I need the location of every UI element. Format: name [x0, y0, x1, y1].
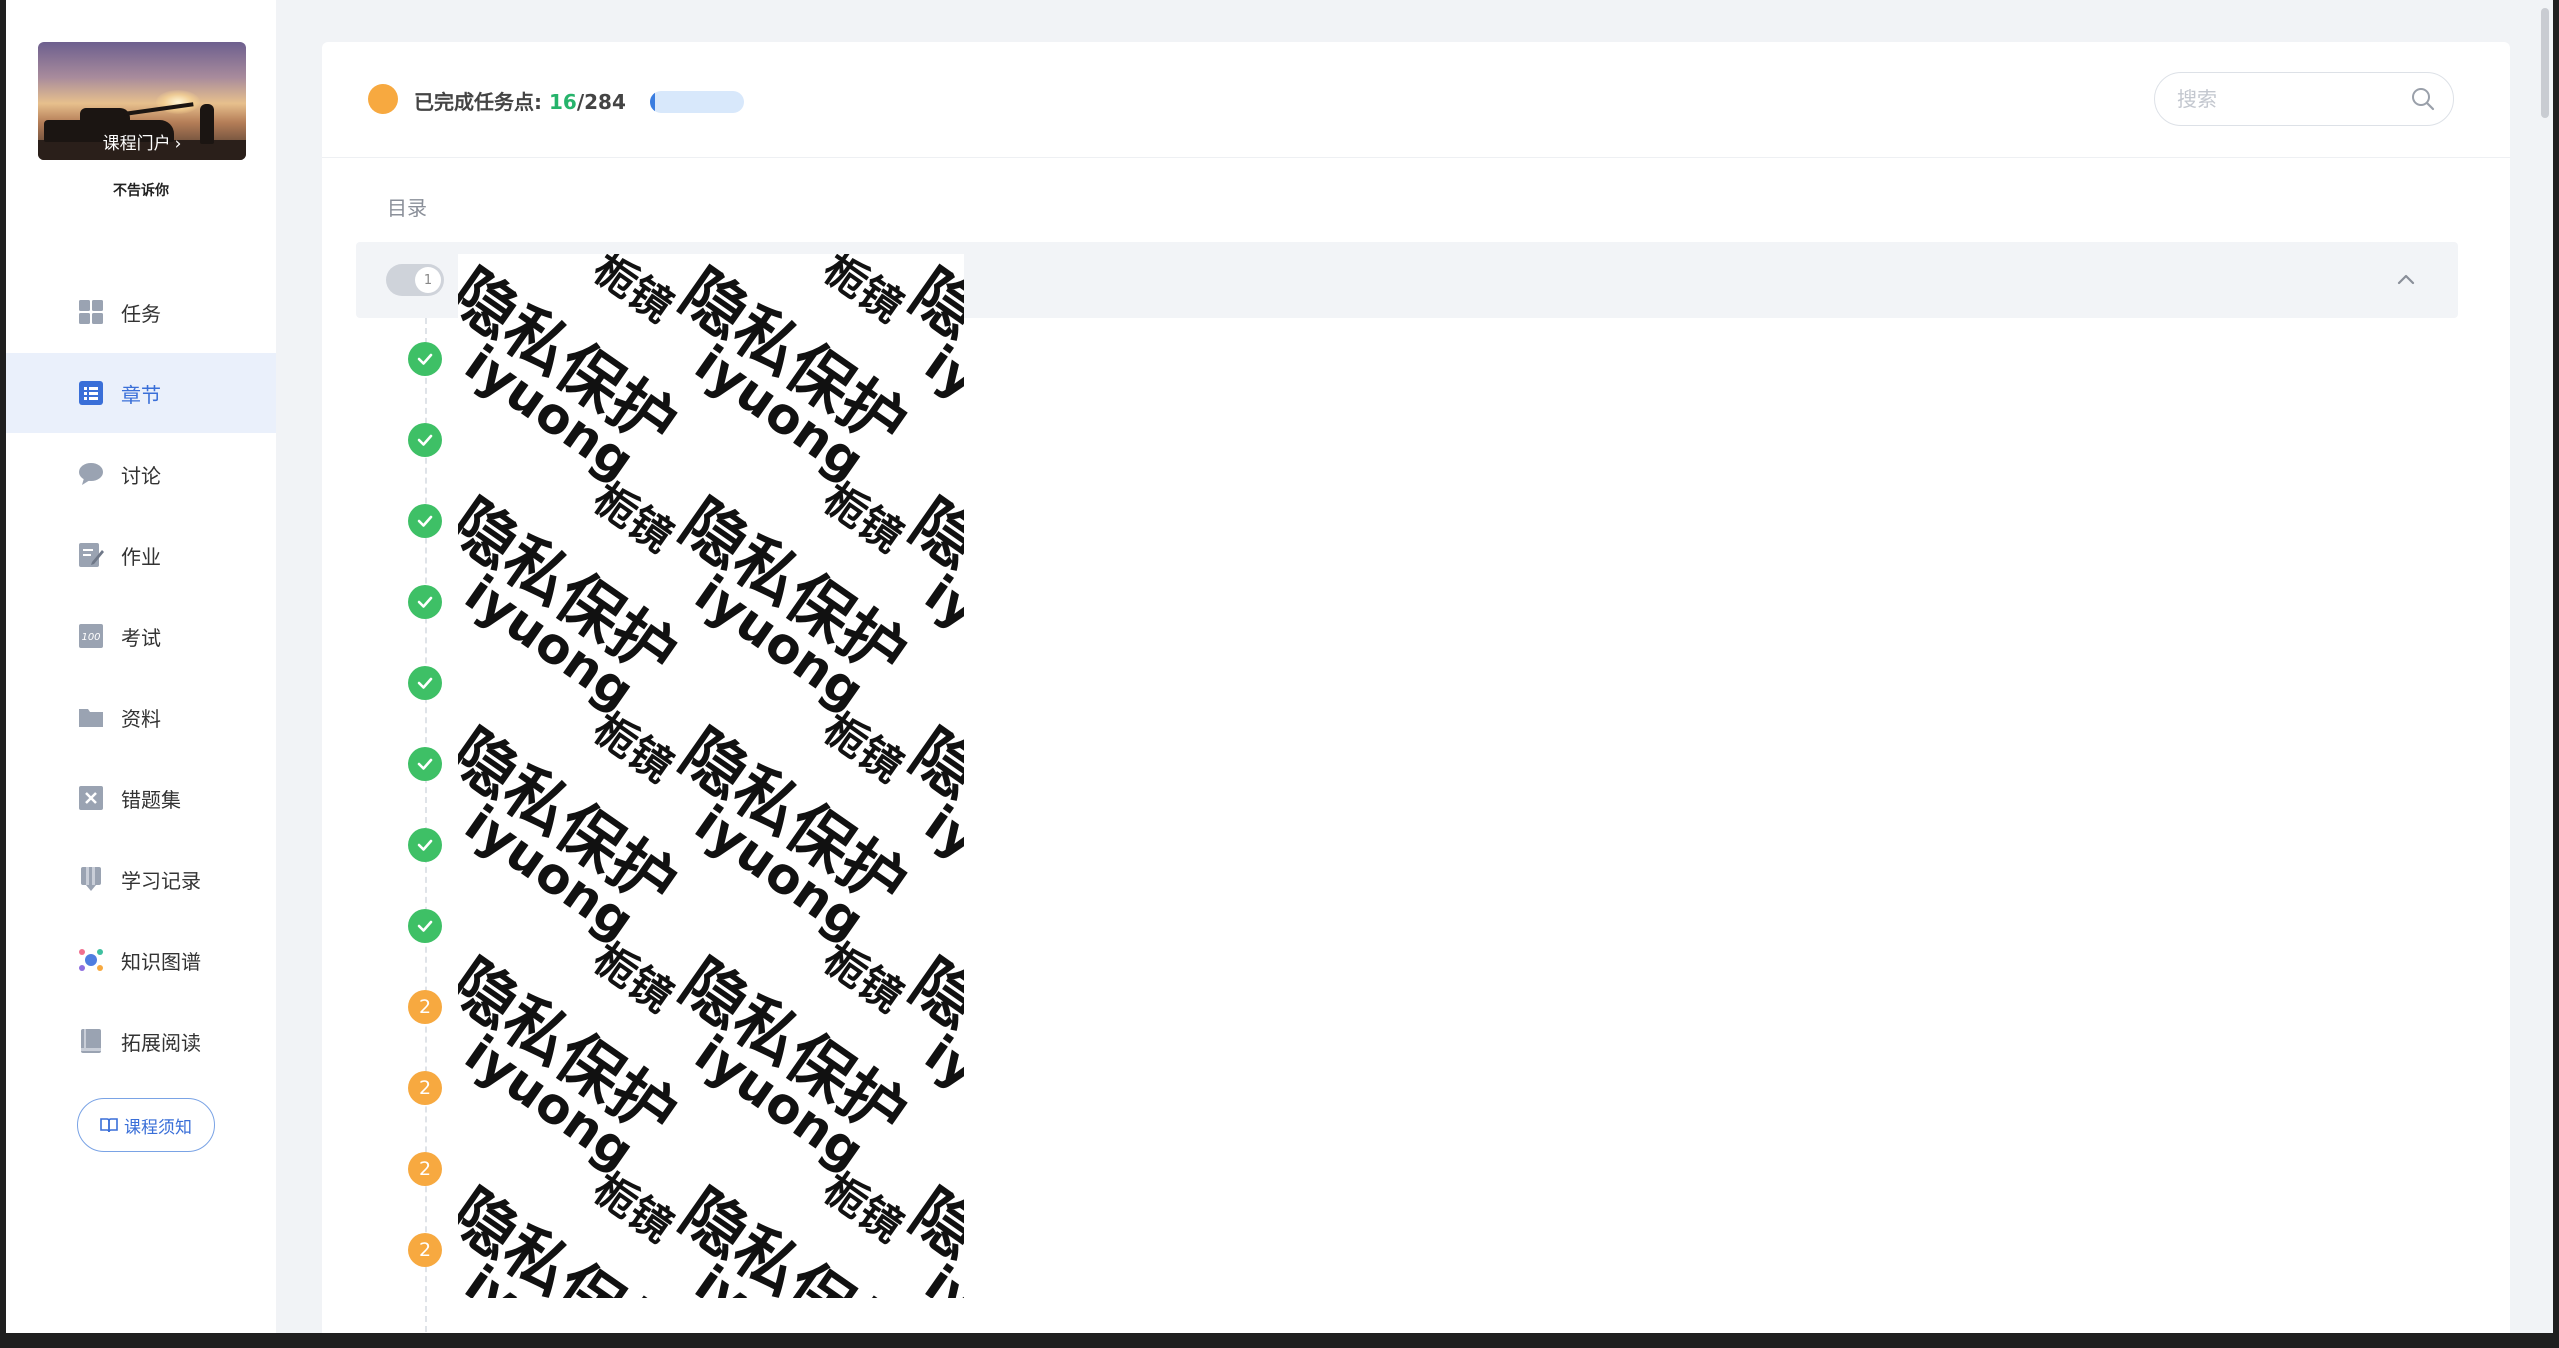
task-progress-text: 已完成任务点: 16/284	[414, 86, 626, 115]
sidebar-item-label: 考试	[121, 625, 161, 650]
search-box[interactable]	[2154, 72, 2454, 126]
toc-title: 目录	[387, 196, 427, 220]
course-name: 不告诉你	[113, 183, 169, 199]
progress-done-count: 16	[548, 90, 577, 114]
sidebar-item-label: 资料	[121, 706, 161, 731]
progress-status-dot	[368, 84, 398, 114]
chevron-right-icon: ›	[174, 134, 182, 154]
main-content: 已完成任务点: 16/284 目录 1 2 2 2 2 隐私保护栀镜iyuong隐私保…	[322, 42, 2510, 1333]
sidebar-item-extended-reading[interactable]: 拓展阅读	[6, 1001, 276, 1081]
chat-icon	[78, 461, 104, 487]
sidebar-item-label: 讨论	[121, 463, 161, 488]
sidebar-item-discussion[interactable]: 讨论	[6, 434, 276, 514]
check-circle-icon	[408, 342, 442, 376]
app-window: 课程门户 › 不告诉你 任务 章节 讨论 作业 100 考试 资料 错题集 学习…	[6, 0, 2553, 1333]
chapter-toggle[interactable]: 1	[386, 264, 444, 296]
chapter-number-badge: 1	[415, 267, 441, 293]
folder-icon	[78, 704, 104, 730]
svg-text:100: 100	[81, 632, 100, 643]
pending-count-badge: 2	[408, 1071, 442, 1105]
sidebar-item-label: 章节	[121, 382, 161, 407]
sidebar-item-homework[interactable]: 作业	[6, 515, 276, 595]
sidebar-item-label: 知识图谱	[121, 949, 201, 974]
pending-count-badge: 2	[408, 990, 442, 1024]
watermark-latin-text: iyuong	[914, 564, 964, 722]
sidebar-item-label: 任务	[121, 301, 161, 326]
check-circle-icon	[408, 747, 442, 781]
course-cover-image[interactable]: 课程门户 ›	[38, 42, 246, 160]
sidebar-item-study-record[interactable]: 学习记录	[6, 839, 276, 919]
edit-icon	[78, 542, 104, 568]
check-circle-icon	[408, 504, 442, 538]
page-scroll-thumb[interactable]	[2541, 8, 2549, 118]
sidebar-item-label: 学习记录	[121, 868, 201, 893]
course-portal-link[interactable]: 课程门户 ›	[38, 129, 246, 154]
chevron-up-icon[interactable]	[2394, 268, 2418, 292]
check-circle-icon	[408, 666, 442, 700]
sidebar: 课程门户 › 不告诉你 任务 章节 讨论 作业 100 考试 资料 错题集 学习…	[6, 0, 276, 1333]
sidebar-item-label: 错题集	[121, 787, 181, 812]
sidebar-item-tasks[interactable]: 任务	[6, 272, 276, 352]
sidebar-item-chapters[interactable]: 章节	[6, 353, 276, 433]
watermark-latin-text: iyuong	[914, 334, 964, 492]
progress-label: 已完成任务点:	[414, 90, 549, 114]
course-notice-button[interactable]: 课程须知	[77, 1098, 215, 1152]
error-book-icon	[78, 785, 104, 811]
progress-total-count: /284	[576, 90, 626, 114]
book-open-icon	[100, 1118, 118, 1133]
sidebar-item-resources[interactable]: 资料	[6, 677, 276, 757]
progress-bar	[650, 91, 744, 113]
progress-header: 已完成任务点: 16/284	[322, 42, 2510, 158]
search-input[interactable]	[2177, 83, 2397, 115]
check-circle-icon	[408, 585, 442, 619]
progress-bar-fill	[650, 91, 656, 113]
privacy-watermark-overlay: 隐私保护栀镜iyuong隐私保护栀镜iyuong隐私保护栀镜iyuong隐私保护…	[458, 254, 964, 1298]
record-icon	[78, 866, 104, 892]
graph-icon	[78, 947, 104, 973]
watermark-latin-text: iyuong	[914, 1024, 964, 1182]
pending-count-badge: 2	[408, 1233, 442, 1267]
search-icon[interactable]	[2411, 87, 2435, 111]
exam-icon: 100	[78, 623, 104, 649]
check-circle-icon	[408, 909, 442, 943]
check-circle-icon	[408, 423, 442, 457]
check-circle-icon	[408, 828, 442, 862]
sidebar-item-exam[interactable]: 100 考试	[6, 596, 276, 676]
grid-icon	[78, 299, 104, 325]
sidebar-item-knowledge-graph[interactable]: 知识图谱	[6, 920, 276, 1000]
book-icon	[78, 1028, 104, 1054]
course-portal-label[interactable]: 课程门户	[103, 134, 171, 154]
course-notice-label: 课程须知	[124, 1117, 192, 1138]
watermark-latin-text: iyuong	[914, 794, 964, 952]
sidebar-item-error-book[interactable]: 错题集	[6, 758, 276, 838]
sidebar-item-label: 拓展阅读	[121, 1030, 201, 1055]
list-icon	[78, 380, 104, 406]
page-scrollbar[interactable]	[2537, 0, 2553, 1333]
sidebar-item-label: 作业	[121, 544, 161, 569]
pending-count-badge: 2	[408, 1152, 442, 1186]
